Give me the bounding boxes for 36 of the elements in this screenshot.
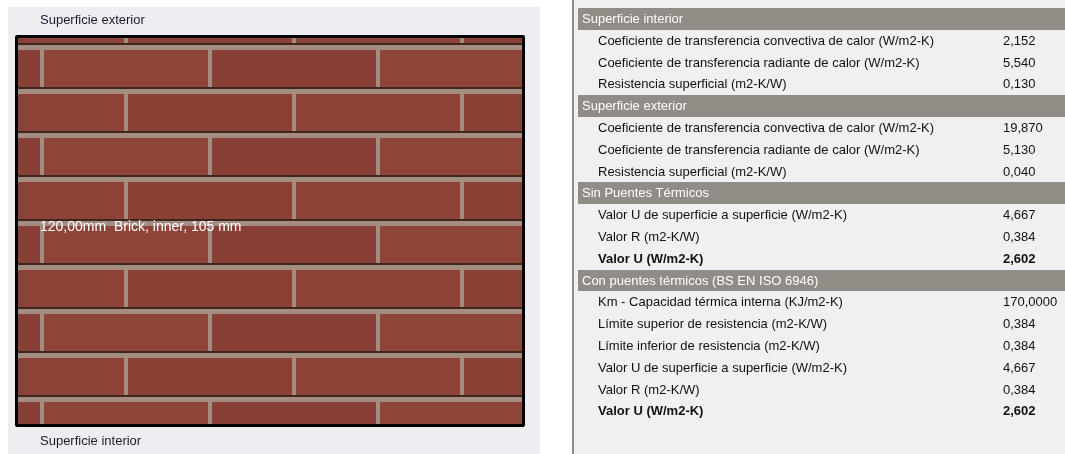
property-value: 2,602 [1003, 249, 1036, 268]
property-value: 0,384 [1003, 336, 1036, 355]
surface-label: Superficie exterior [40, 11, 145, 29]
property-value: 170,0000 [1003, 293, 1058, 312]
property-label: Límite inferior de resistencia (m2-K/W) [598, 336, 821, 355]
property-value: 0,040 [1003, 162, 1036, 181]
property-value: 2,602 [1003, 402, 1036, 421]
property-label: Coeficiente de transferencia radiante de calor (W/m2-K) [598, 53, 921, 72]
property-value: 2,152 [1003, 31, 1036, 50]
property-label: Valor R (m2-K/W) [598, 227, 701, 246]
property-label: Resistencia superficial (m2-K/W) [598, 162, 788, 181]
property-value: 4,667 [1003, 206, 1036, 225]
property-value: 19,870 [1003, 119, 1043, 137]
property-label: Valor U (W/m2-K) [598, 402, 705, 421]
property-value: 5,540 [1003, 53, 1036, 72]
property-value: 0,384 [1003, 227, 1036, 246]
property-label: Valor R (m2-K/W) [598, 380, 701, 399]
property-label: Resistencia superficial (m2-K/W) [598, 75, 788, 94]
section-header: Superficie exterior [578, 95, 1065, 117]
property-label: Valor U (W/m2-K) [598, 249, 705, 268]
property-label: Valor U de superficie a superficie (W/m2-K) [598, 206, 848, 225]
property-value: 4,667 [1003, 358, 1036, 377]
property-value: 0,130 [1003, 75, 1036, 94]
property-label: Coeficiente de transferencia radiante de calor (W/m2-K) [598, 140, 921, 159]
section-header: Superficie interior [578, 8, 1065, 30]
property-value: 5,130 [1003, 140, 1036, 159]
property-label: Coeficiente de transferencia convectiva de calor (W/m2-K) [598, 119, 935, 137]
surface-label: Superficie interior [40, 432, 142, 450]
section-header: Sin Puentes Térmicos [578, 182, 1065, 205]
property-label: Km - Capacidad térmica interna (KJ/m2-K) [598, 293, 844, 312]
property-label: Límite superior de resistencia (m2-K/W) [598, 315, 828, 334]
property-value: 0,384 [1003, 380, 1036, 399]
property-label: Valor U de superficie a superficie (W/m2-K) [598, 358, 848, 377]
section-header: Con puentes térmicos (BS EN ISO 6946) [578, 269, 1065, 292]
property-value: 0,384 [1003, 315, 1036, 334]
property-label: Coeficiente de transferencia convectiva de calor (W/m2-K) [598, 31, 935, 50]
